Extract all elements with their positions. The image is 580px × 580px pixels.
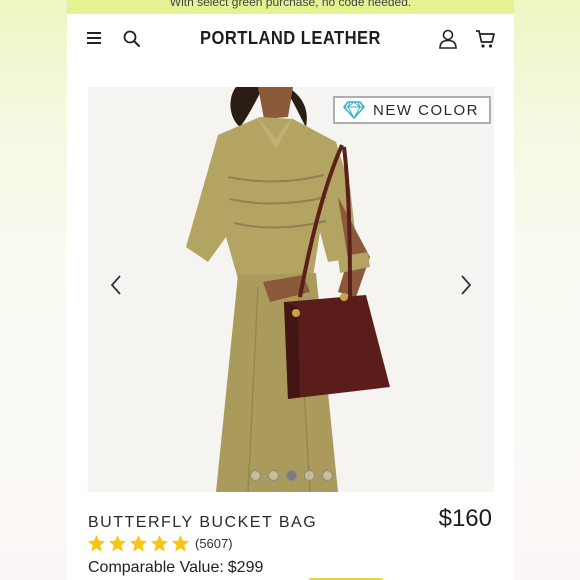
badge-label: NEW COLOR [372, 101, 479, 119]
gallery-dot[interactable] [303, 470, 315, 481]
star-icon [171, 534, 190, 552]
chevron-left-icon[interactable] [108, 274, 124, 296]
gallery-dot-active[interactable] [285, 470, 297, 481]
cart-icon[interactable] [474, 28, 496, 50]
chevron-right-icon[interactable] [458, 274, 474, 296]
gallery-pagination [88, 470, 494, 481]
product-price: $160 [438, 505, 492, 532]
star-icon [87, 534, 106, 552]
product-image-gallery[interactable]: NEW COLOR [88, 87, 494, 492]
site-header: PORTLAND LEATHER [67, 14, 514, 69]
comparable-price: $299 [227, 559, 264, 576]
comparable-value: Comparable Value: $299 [88, 559, 263, 577]
star-icon [108, 534, 127, 552]
new-color-badge: NEW COLOR [332, 96, 491, 124]
promo-banner: With select green purchase, no code need… [67, 0, 514, 14]
gallery-dot[interactable] [267, 470, 279, 481]
rating[interactable]: (5607) [87, 534, 233, 553]
brand-logo[interactable]: PORTLAND LEATHER [85, 28, 496, 49]
star-icon [150, 534, 169, 552]
gallery-dot[interactable] [321, 470, 333, 481]
product-title: BUTTERFLY BUCKET BAG [88, 514, 318, 531]
star-icon [129, 534, 148, 552]
gallery-dot[interactable] [249, 470, 261, 481]
user-icon[interactable] [437, 28, 459, 50]
comparable-label: Comparable Value: [88, 559, 224, 576]
diamond-icon [343, 101, 365, 119]
review-count[interactable]: (5607) [195, 536, 233, 551]
product-photo [88, 87, 494, 492]
product-page: PORTLAND LEATHER NEW COLOR BUTTERFLY BUC… [67, 14, 514, 580]
promo-text: With select green purchase, no code need… [169, 0, 412, 9]
